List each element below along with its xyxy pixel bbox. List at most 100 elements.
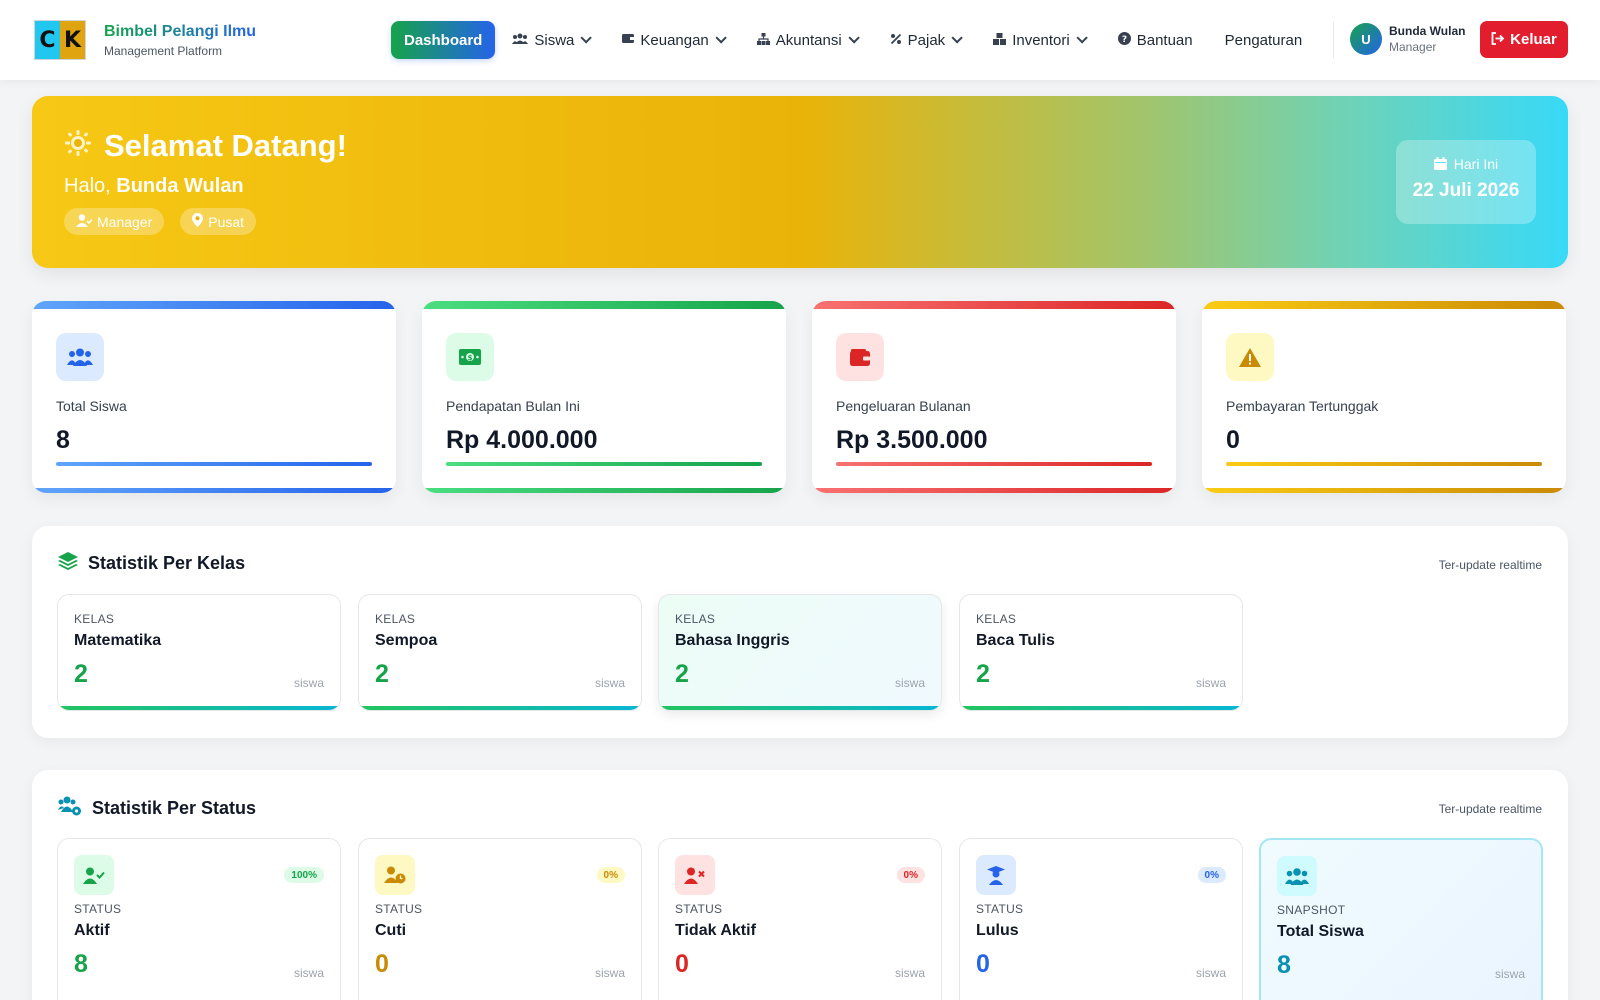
status-count: 8 — [74, 950, 88, 978]
kelas-unit: siswa — [1195, 676, 1226, 690]
help-icon: ? — [1117, 32, 1131, 48]
wallet-icon — [836, 333, 884, 381]
logo-letter-right: K — [60, 21, 85, 59]
nav-pengaturan-label: Pengaturan — [1224, 31, 1303, 49]
kelas-card-bar — [659, 706, 941, 710]
nav-bantuan[interactable]: ? Bantuan — [1117, 21, 1193, 59]
logout-button[interactable]: Keluar — [1480, 21, 1568, 58]
welcome-title-text: Selamat Datang! — [104, 128, 347, 163]
status-card-aktif[interactable]: 100% STATUS Aktif 8 siswa — [57, 838, 341, 1000]
stat-label: Total Siswa — [56, 398, 127, 414]
kelas-card-baca-tulis[interactable]: KELAS Baca Tulis 2 siswa — [959, 594, 1243, 711]
status-card-tidak-aktif[interactable]: 0% STATUS Tidak Aktif 0 siswa — [658, 838, 942, 1000]
location-tag: Pusat — [180, 208, 257, 235]
kelas-count: 2 — [375, 660, 389, 688]
status-label: STATUS — [976, 902, 1024, 916]
sitemap-icon — [756, 32, 770, 48]
nav-keuangan-label: Keuangan — [640, 31, 709, 49]
kelas-unit: siswa — [594, 676, 625, 690]
status-unit: siswa — [1195, 966, 1226, 980]
stat-value: Rp 3.500.000 — [836, 426, 988, 454]
users-cog-icon — [58, 796, 82, 821]
status-unit: siswa — [293, 966, 324, 980]
stat-value: Rp 4.000.000 — [446, 426, 598, 454]
today-date-box: Hari Ini 22 Juli 2026 — [1396, 140, 1536, 224]
stat-card-total-siswa: Total Siswa 8 — [32, 301, 396, 493]
status-card-cuti[interactable]: 0% STATUS Cuti 0 siswa — [358, 838, 642, 1000]
status-percent-badge: 0% — [896, 867, 925, 883]
section-title-text: Statistik Per Kelas — [88, 553, 246, 573]
stat-underline — [836, 462, 1152, 466]
nav-divider — [1333, 22, 1334, 58]
users-icon — [1277, 856, 1317, 896]
card-bottom-bar — [1202, 488, 1566, 493]
kelas-name: Bahasa Inggris — [675, 632, 790, 649]
kelas-count: 2 — [675, 660, 689, 688]
brand[interactable]: C K Bimbel Pelangi Ilmu Management Platf… — [34, 20, 256, 60]
section-title: Statistik Per Status — [58, 796, 256, 821]
nav-dashboard[interactable]: Dashboard — [391, 21, 496, 59]
kelas-unit: siswa — [293, 676, 324, 690]
kelas-card-bahasa-inggris[interactable]: KELAS Bahasa Inggris 2 siswa — [658, 594, 942, 711]
top-navbar: C K Bimbel Pelangi Ilmu Management Platf… — [0, 0, 1600, 80]
greeting-prefix: Halo, — [64, 175, 117, 197]
graduate-icon — [976, 855, 1016, 895]
nav-pajak[interactable]: Pajak — [890, 21, 963, 59]
stat-underline — [446, 462, 762, 466]
warning-icon — [1226, 333, 1274, 381]
stat-card-pendapatan: $ Pendapatan Bulan Ini Rp 4.000.000 — [422, 301, 786, 493]
card-top-bar — [422, 301, 786, 309]
nav-pengaturan[interactable]: Pengaturan — [1225, 21, 1303, 59]
location-tag-label: Pusat — [208, 213, 245, 230]
nav-akuntansi[interactable]: Akuntansi — [756, 21, 860, 59]
user-check-icon — [74, 855, 114, 895]
hero-tags: Manager Pusat — [64, 208, 272, 235]
svg-text:?: ? — [1122, 35, 1127, 45]
nav-pajak-label: Pajak — [907, 31, 946, 49]
stat-value: 8 — [56, 426, 70, 454]
card-bottom-bar — [422, 488, 786, 493]
kelas-unit: siswa — [894, 676, 925, 690]
section-title-text: Statistik Per Status — [92, 798, 257, 818]
kelas-stats-section: Statistik Per Kelas Ter-update realtime … — [32, 526, 1568, 738]
brand-subtitle: Management Platform — [104, 43, 223, 58]
kelas-name: Matematika — [74, 632, 162, 649]
nav-siswa[interactable]: Siswa — [512, 21, 593, 59]
kelas-card-matematika[interactable]: KELAS Matematika 2 siswa — [57, 594, 341, 711]
card-top-bar — [812, 301, 1176, 309]
kelas-label: KELAS — [74, 612, 115, 626]
status-label: SNAPSHOT — [1277, 903, 1346, 917]
date-label-text: Hari Ini — [1453, 156, 1499, 172]
chevron-down-icon — [580, 32, 593, 44]
kelas-card-sempoa[interactable]: KELAS Sempoa 2 siswa — [358, 594, 642, 711]
percent-icon — [890, 33, 902, 48]
logout-label: Keluar — [1510, 31, 1557, 48]
sun-icon — [64, 129, 92, 164]
chevron-down-icon — [1076, 32, 1088, 44]
status-name: Lulus — [976, 922, 1019, 939]
map-pin-icon — [192, 213, 204, 230]
user-name: Bunda Wulan — [1389, 24, 1466, 38]
snapshot-card-total-siswa[interactable]: SNAPSHOT Total Siswa 8 siswa — [1259, 838, 1543, 1000]
role-tag-label: Manager — [97, 213, 153, 230]
user-menu[interactable]: U Bunda Wulan Manager — [1350, 23, 1465, 55]
chevron-down-icon — [715, 32, 727, 44]
user-clock-icon — [375, 855, 415, 895]
money-icon: $ — [446, 333, 494, 381]
chevron-down-icon — [951, 32, 963, 44]
sign-out-icon — [1491, 31, 1505, 48]
layers-icon — [58, 552, 78, 575]
kelas-card-bar — [58, 706, 340, 710]
status-card-lulus[interactable]: 0% STATUS Lulus 0 siswa — [959, 838, 1243, 1000]
nav-inventori[interactable]: Inventori — [993, 21, 1088, 59]
realtime-note: Ter-update realtime — [1438, 558, 1542, 572]
avatar: U — [1350, 23, 1382, 55]
nav-keuangan[interactable]: Keuangan — [622, 21, 727, 59]
role-tag: Manager — [64, 208, 165, 235]
user-icon — [76, 213, 93, 230]
stat-label: Pembayaran Tertunggak — [1226, 398, 1379, 414]
wallet-icon — [622, 33, 635, 47]
status-percent-badge: 0% — [596, 867, 625, 883]
users-icon — [56, 333, 104, 381]
card-top-bar — [1202, 301, 1566, 309]
